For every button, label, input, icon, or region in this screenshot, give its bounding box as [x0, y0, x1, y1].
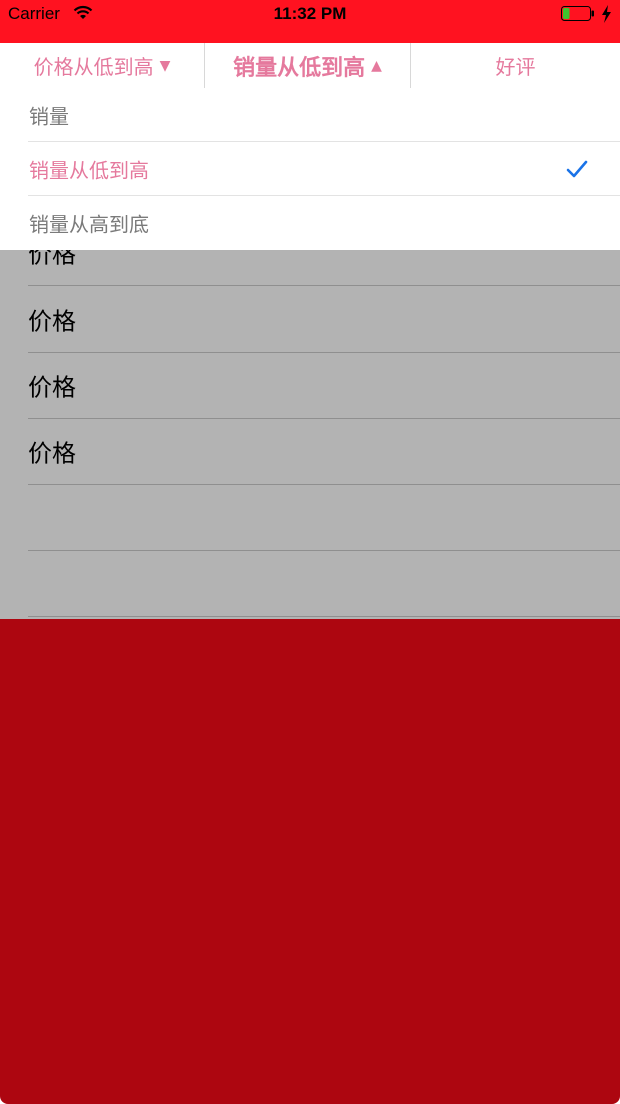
menu-item-label: 销量从高到底 — [29, 212, 149, 237]
checkmark-icon — [566, 160, 588, 178]
battery-icon — [561, 6, 594, 21]
list-item[interactable]: 价格 — [28, 418, 620, 485]
tab-price-sort-label: 价格从低到高 — [33, 55, 154, 79]
list-item-label: 价格 — [28, 373, 76, 402]
menu-item-sales[interactable]: 销量 — [0, 88, 620, 142]
tab-rating[interactable]: 好评 — [411, 43, 620, 88]
tab-sales-sort-label: 销量从低到高 — [233, 55, 366, 81]
list-item[interactable]: 价格 — [28, 352, 620, 419]
clock: 11:32 PM — [273, 4, 347, 23]
menu-item-sales-high-to-low[interactable]: 销量从高到底 — [0, 196, 620, 250]
dimming-overlay[interactable] — [0, 619, 620, 1104]
list-item-label: 价格 — [28, 439, 76, 468]
list-item-label: 价格 — [28, 307, 76, 336]
list-item[interactable] — [28, 484, 620, 551]
triangle-down-icon: ▼ — [159, 57, 171, 74]
tab-rating-label: 好评 — [495, 55, 536, 79]
sort-dropdown-menu: 销量 销量从低到高 销量从高到底 — [0, 88, 620, 250]
tab-sales-sort[interactable]: 销量从低到高 ▲ — [205, 43, 410, 88]
menu-item-sales-low-to-high[interactable]: 销量从低到高 — [0, 142, 620, 196]
charging-bolt-icon — [602, 5, 611, 23]
triangle-up-icon: ▲ — [371, 57, 382, 74]
tab-price-sort[interactable]: 价格从低到高 ▼ — [0, 43, 204, 88]
filter-bar: 价格从低到高 ▼ 销量从低到高 ▲ 好评 — [0, 43, 620, 88]
list-item[interactable] — [28, 550, 620, 617]
menu-item-label: 销量从低到高 — [29, 158, 149, 183]
status-bar: Carrier 11:32 PM — [0, 0, 620, 43]
list-item[interactable]: 价格 — [28, 286, 620, 353]
menu-item-label: 销量 — [29, 104, 69, 129]
